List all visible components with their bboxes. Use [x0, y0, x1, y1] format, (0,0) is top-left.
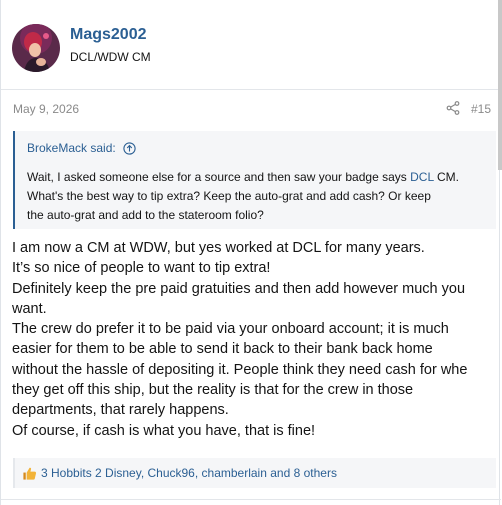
avatar-image [12, 24, 60, 72]
quote-text: CM. [433, 170, 460, 184]
message-line: easier for them to be able to send it ba… [12, 341, 433, 358]
quote-attribution[interactable]: BrokeMack said: [27, 141, 136, 155]
username[interactable]: Mags2002 [70, 26, 147, 44]
quote-author[interactable]: BrokeMack said: [27, 141, 116, 155]
reactions-bar: 3 Hobbits 2 Disney, Chuck96, chamberlain… [13, 458, 496, 488]
divider [1, 499, 501, 500]
post-number-link[interactable]: #15 [471, 102, 491, 116]
scrollbar[interactable] [498, 0, 502, 170]
quote-line-2: What's the best way to tip extra? Keep t… [27, 189, 431, 203]
post-user-header: Mags2002 DCL/WDW CM [1, 0, 501, 90]
message-line: departments, that rarely happens. [12, 402, 229, 419]
quote-body: Wait, I asked someone else for a source … [27, 168, 487, 225]
message-body: I am now a CM at WDW, but yes worked at … [12, 238, 497, 441]
message-line: Of course, if cash is what you have, tha… [12, 422, 316, 439]
arrow-up-circle-icon[interactable] [123, 141, 136, 155]
message-line: The crew do prefer it to be paid via you… [12, 321, 449, 338]
post-container: Mags2002 DCL/WDW CM May 9, 2026 #15 Brok… [0, 0, 501, 505]
message-line: want. [12, 300, 47, 317]
quote-line-1: Wait, I asked someone else for a source … [27, 168, 487, 187]
share-icon[interactable] [446, 101, 460, 115]
message-line: I am now a CM at WDW, but yes worked at … [12, 240, 425, 256]
quote-line-3: the auto-grat and add to the stateroom f… [27, 208, 264, 222]
avatar[interactable] [12, 24, 60, 72]
reactions-list[interactable]: 3 Hobbits 2 Disney, Chuck96, chamberlain… [41, 466, 337, 480]
quote-block: BrokeMack said: Wait, I asked someone el… [13, 131, 496, 229]
message-line: It’s so nice of people to want to tip ex… [12, 260, 271, 277]
dcl-link[interactable]: DCL [410, 170, 434, 184]
post-date[interactable]: May 9, 2026 [13, 102, 79, 116]
message-line: they get off this ship, but the reality … [12, 382, 414, 399]
thumbs-up-icon [23, 467, 37, 480]
quote-text: Wait, I asked someone else for a source … [27, 170, 411, 184]
message-line: Definitely keep the pre paid gratuities … [12, 280, 466, 297]
user-title: DCL/WDW CM [70, 50, 151, 64]
message-line: without the hassle of depositing it. Peo… [12, 361, 468, 378]
